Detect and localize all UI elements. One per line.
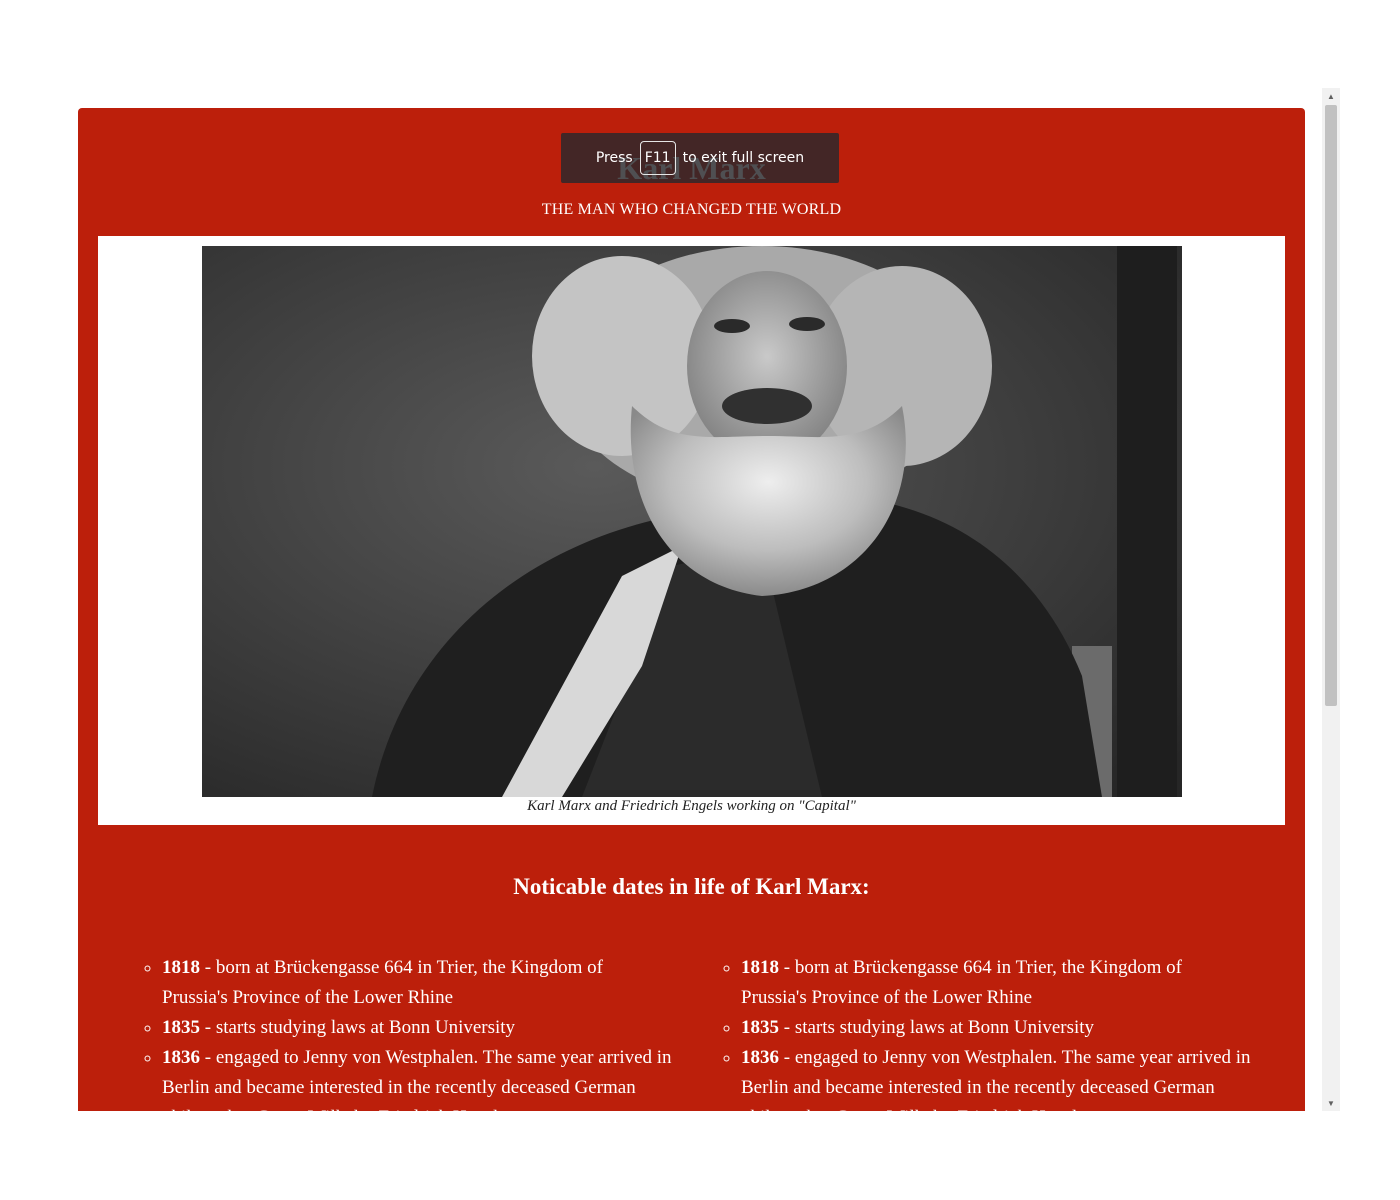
date-text: - engaged to Jenny von Westphalen. The s… (162, 1047, 672, 1111)
date-year: 1836 (162, 1047, 200, 1068)
date-text: - starts studying laws at Bonn Universit… (200, 1017, 516, 1038)
date-text: - born at Brückengasse 664 in Trier, the… (741, 957, 1182, 1008)
date-text: - starts studying laws at Bonn Universit… (779, 1017, 1095, 1038)
date-year: 1835 (162, 1017, 200, 1038)
fullscreen-notice: Press F11 to exit full screen (561, 133, 839, 183)
date-year: 1835 (741, 1017, 779, 1038)
f11-key: F11 (639, 141, 676, 175)
date-text: - engaged to Jenny von Westphalen. The s… (741, 1047, 1251, 1111)
list-item: 1836 - engaged to Jenny von Westphalen. … (741, 1043, 1252, 1111)
list-item: 1818 - born at Brückengasse 664 in Trier… (741, 953, 1252, 1013)
triangle-up-icon[interactable]: ▲ (1322, 88, 1340, 104)
date-text: - born at Brückengasse 664 in Trier, the… (162, 957, 603, 1008)
portrait-photo (202, 246, 1182, 797)
tribute-page: Karl Marx THE MAN WHO CHANGED THE WORLD (78, 108, 1305, 1111)
list-item: 1835 - starts studying laws at Bonn Univ… (162, 1013, 673, 1043)
scrollbar-thumb[interactable] (1325, 105, 1337, 706)
page-subtitle: THE MAN WHO CHANGED THE WORLD (541, 201, 842, 218)
image-figure: Karl Marx and Friedrich Engels working o… (98, 236, 1285, 825)
date-year: 1836 (741, 1047, 779, 1068)
fullscreen-notice-after: to exit full screen (682, 150, 805, 166)
dates-columns: 1818 - born at Brückengasse 664 in Trier… (142, 953, 1252, 1111)
fullscreen-notice-before: Press (595, 150, 633, 166)
dates-heading: Noticable dates in life of Karl Marx: (513, 874, 870, 899)
list-item: 1818 - born at Brückengasse 664 in Trier… (162, 953, 673, 1013)
list-item: 1836 - engaged to Jenny von Westphalen. … (162, 1043, 673, 1111)
date-year: 1818 (162, 957, 200, 978)
image-caption: Karl Marx and Friedrich Engels working o… (527, 798, 856, 814)
dates-list: 1818 - born at Brückengasse 664 in Trier… (721, 953, 1252, 1111)
vertical-scrollbar[interactable]: ▲ ▼ (1322, 88, 1340, 1111)
dates-list: 1818 - born at Brückengasse 664 in Trier… (142, 953, 673, 1111)
triangle-down-icon[interactable]: ▼ (1322, 1095, 1340, 1111)
date-year: 1818 (741, 957, 779, 978)
page-viewport: Karl Marx THE MAN WHO CHANGED THE WORLD (78, 88, 1340, 1111)
list-item: 1835 - starts studying laws at Bonn Univ… (741, 1013, 1252, 1043)
